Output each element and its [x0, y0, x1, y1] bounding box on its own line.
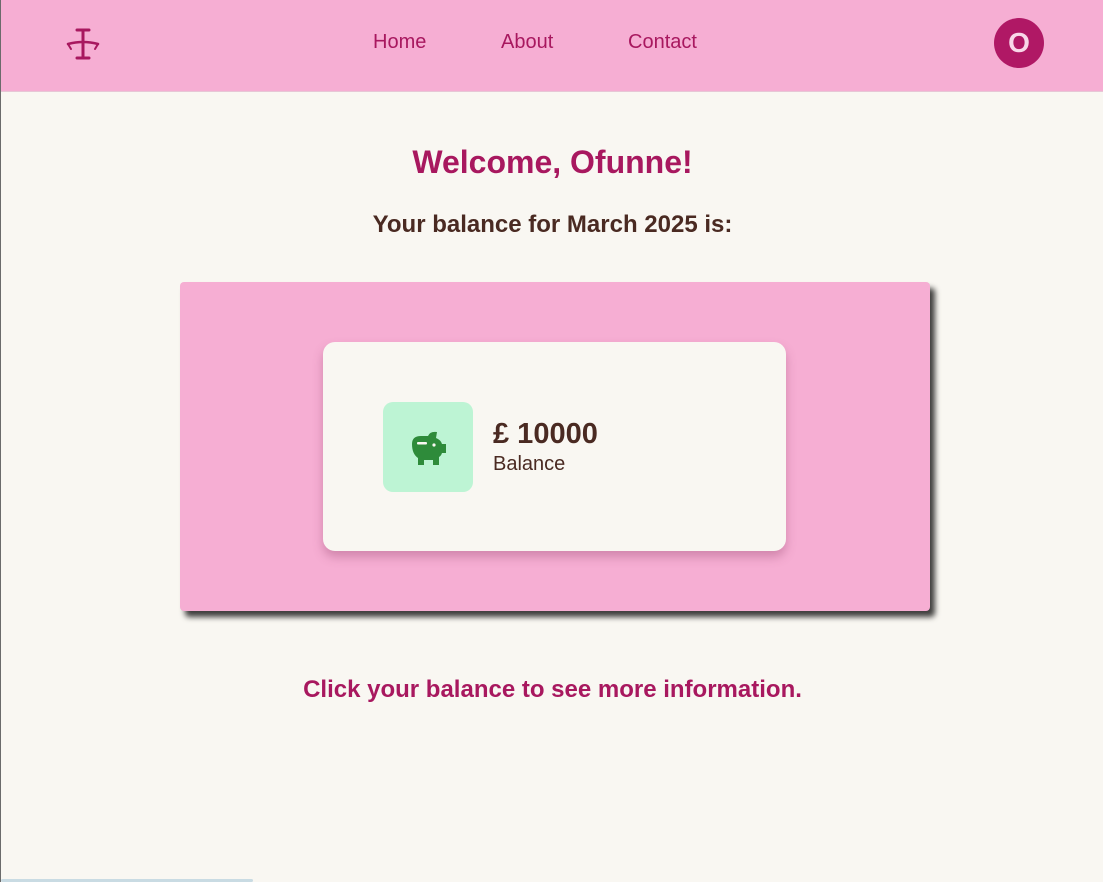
nav-link-contact[interactable]: Contact — [628, 31, 697, 54]
balance-panel: £ 10000 Balance — [180, 282, 930, 611]
app-page: Home About Contact O Welcome, Ofunne! Yo… — [0, 0, 1103, 882]
welcome-heading: Welcome, Ofunne! — [412, 144, 693, 180]
nav-link-home[interactable]: Home — [373, 31, 426, 54]
top-navbar: Home About Contact O — [1, 0, 1103, 92]
balance-amount: £ 10000 — [493, 418, 598, 450]
nav-link-about[interactable]: About — [501, 31, 553, 54]
balance-card[interactable]: £ 10000 Balance — [323, 342, 786, 551]
piggy-bank-icon — [412, 431, 446, 465]
balance-label: Balance — [493, 453, 566, 475]
balance-intro-text: Your balance for March 2025 is: — [372, 211, 733, 238]
main-nav: Home About Contact — [1, 31, 1103, 55]
balance-hint-text: Click your balance to see more informati… — [303, 676, 802, 703]
balance-icon-box — [383, 402, 473, 492]
user-avatar[interactable]: O — [994, 18, 1044, 68]
